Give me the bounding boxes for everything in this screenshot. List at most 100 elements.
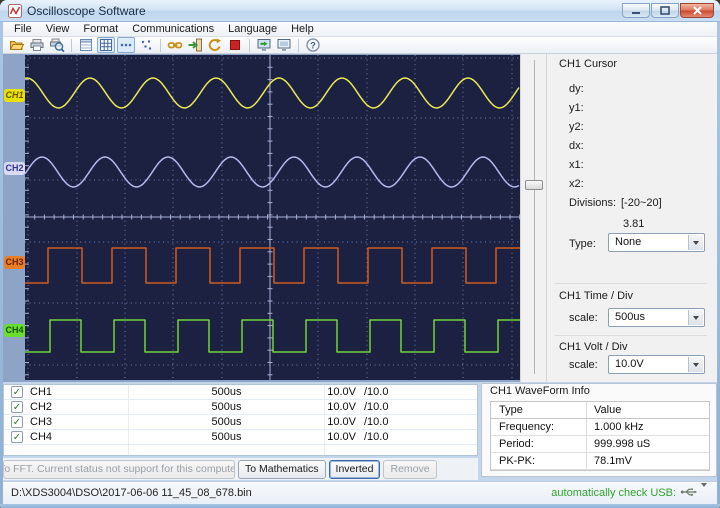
ch2-checkbox[interactable]: ✓ <box>11 401 23 413</box>
header-value: Value <box>594 404 621 416</box>
remove-button: Remove <box>383 460 436 479</box>
period-value: 999.998 uS <box>594 438 650 450</box>
slider-thumb[interactable] <box>525 180 543 190</box>
open-file-icon[interactable] <box>8 37 26 53</box>
ch2-trace <box>25 157 519 187</box>
dots-display-icon[interactable] <box>117 37 135 53</box>
inverted-button[interactable]: Inverted <box>329 460 381 479</box>
action-buttons-row: To FFT. Current status not support for t… <box>3 458 478 480</box>
channel-label-ch1[interactable]: CH1 <box>4 89 25 102</box>
menu-view[interactable]: View <box>39 23 77 35</box>
table-row-ch4[interactable]: ✓ CH4 500us 10.0V /10.0 <box>4 430 477 445</box>
svg-text:?: ? <box>310 41 316 51</box>
menu-file[interactable]: File <box>7 23 39 35</box>
main-area: CH1 CH2 CH3 CH4 CH1 Cursor dy: y1: y2: d… <box>3 54 717 382</box>
stop-icon[interactable] <box>226 37 244 53</box>
import-data-icon[interactable] <box>186 37 204 53</box>
waveform-info-title: CH1 WaveForm Info <box>490 385 590 397</box>
channel-label-ch3[interactable]: CH3 <box>4 256 25 269</box>
pkpk-value: 78.1mV <box>594 455 632 467</box>
channel-list-icon[interactable] <box>77 37 95 53</box>
ch3-checkbox[interactable]: ✓ <box>11 416 23 428</box>
ch1-probe-ratio: /10.0 <box>364 386 388 398</box>
waveform-display[interactable] <box>25 55 520 380</box>
frequency-label: Frequency: <box>499 421 554 433</box>
ch4-checkbox[interactable]: ✓ <box>11 431 23 443</box>
to-mathematics-button[interactable]: To Mathematics <box>238 460 326 479</box>
cursor-x2-label: x2: <box>569 178 584 190</box>
export-screen-icon[interactable] <box>255 37 273 53</box>
cursor-y2-label: y2: <box>569 121 584 133</box>
volt-scale-label: scale: <box>569 359 598 371</box>
table-row-ch3[interactable]: ✓ CH3 500us 10.0V /10.0 <box>4 415 477 430</box>
channel-table: ✓ CH1 500us 10.0V /10.0 ✓ CH2 500us 10.0… <box>3 384 478 456</box>
help-icon[interactable]: ? <box>304 37 322 53</box>
channel-label-strip: CH1 CH2 CH3 CH4 <box>3 54 25 382</box>
info-row-pkpk: PK-PK: 78.1mV <box>491 453 709 470</box>
connect-link-icon[interactable] <box>166 37 184 53</box>
cursor-type-select[interactable]: None <box>608 233 705 252</box>
close-button[interactable] <box>680 3 714 18</box>
cursor-x1-label: x1: <box>569 159 584 171</box>
table-row-ch1[interactable]: ✓ CH1 500us 10.0V /10.0 <box>4 385 477 400</box>
time-scale-select[interactable]: 500us <box>608 308 705 327</box>
channel-label-ch2[interactable]: CH2 <box>4 162 25 175</box>
usb-icon <box>680 486 697 501</box>
status-bar: D:\XDS3004\DSO\2017-06-06 11_45_08_678.b… <box>3 481 717 504</box>
ch3-voltdiv: 10.0V <box>259 416 356 428</box>
info-row-period: Period: 999.998 uS <box>491 436 709 453</box>
toolbar: ? <box>3 37 717 54</box>
ch2-probe-ratio: /10.0 <box>364 401 388 413</box>
pkpk-label: PK-PK: <box>499 455 535 467</box>
cursor-type-value: None <box>615 236 641 248</box>
usb-check-label: automatically check USB: <box>551 487 676 499</box>
minimize-button[interactable] <box>622 3 650 18</box>
menu-help[interactable]: Help <box>284 23 321 35</box>
ch2-name: CH2 <box>30 401 52 413</box>
frequency-value: 1.000 kHz <box>594 421 644 433</box>
cursor-panel-title: CH1 Cursor <box>559 58 617 70</box>
print-preview-icon[interactable] <box>48 37 66 53</box>
channel-label-ch4[interactable]: CH4 <box>4 324 25 337</box>
title-bar[interactable]: Oscilloscope Software <box>0 0 720 22</box>
divisions-value: 3.81 <box>623 218 644 230</box>
toolbar-separator <box>160 39 161 52</box>
refresh-icon[interactable] <box>206 37 224 53</box>
file-path: D:\XDS3004\DSO\2017-06-06 11_45_08_678.b… <box>11 487 252 499</box>
slider-track <box>534 60 535 374</box>
grid-display-icon[interactable] <box>97 37 115 53</box>
scatter-display-icon[interactable] <box>137 37 155 53</box>
ch4-name: CH4 <box>30 431 52 443</box>
volt-div-title: CH1 Volt / Div <box>559 341 627 353</box>
menu-format[interactable]: Format <box>76 23 125 35</box>
app-icon <box>8 4 22 23</box>
ch3-name: CH3 <box>30 416 52 428</box>
cursor-type-label: Type: <box>569 238 596 250</box>
time-scale-label: scale: <box>569 312 598 324</box>
ch4-probe-ratio: /10.0 <box>364 431 388 443</box>
usb-dropdown-icon[interactable] <box>701 487 707 499</box>
menu-language[interactable]: Language <box>221 23 284 35</box>
chevron-down-icon <box>688 310 703 325</box>
toolbar-separator <box>249 39 250 52</box>
ch2-voltdiv: 10.0V <box>259 401 356 413</box>
volt-scale-select[interactable]: 10.0V <box>608 355 705 374</box>
waveform-info-groupbox: CH1 WaveForm Info Type Value Frequency: … <box>481 383 717 477</box>
ch1-checkbox[interactable]: ✓ <box>11 386 23 398</box>
table-row-ch2[interactable]: ✓ CH2 500us 10.0V /10.0 <box>4 400 477 415</box>
ch1-voltdiv: 10.0V <box>259 386 356 398</box>
maximize-button[interactable] <box>651 3 679 18</box>
waveform-info-table: Type Value Frequency: 1.000 kHz Period: … <box>490 401 710 471</box>
ch3-trace <box>25 248 520 283</box>
waveform-info-header: Type Value <box>491 402 709 419</box>
window-border-left <box>0 22 3 508</box>
usb-status-area: automatically check USB: <box>551 486 707 501</box>
window-border-bottom <box>0 504 720 508</box>
menu-communications[interactable]: Communications <box>125 23 221 35</box>
print-icon[interactable] <box>28 37 46 53</box>
to-fft-button: To FFT. Current status not support for t… <box>3 460 235 479</box>
ch1-name: CH1 <box>30 386 52 398</box>
vertical-slider-column <box>520 54 546 382</box>
window-title: Oscilloscope Software <box>27 4 146 18</box>
device-screen-icon[interactable] <box>275 37 293 53</box>
